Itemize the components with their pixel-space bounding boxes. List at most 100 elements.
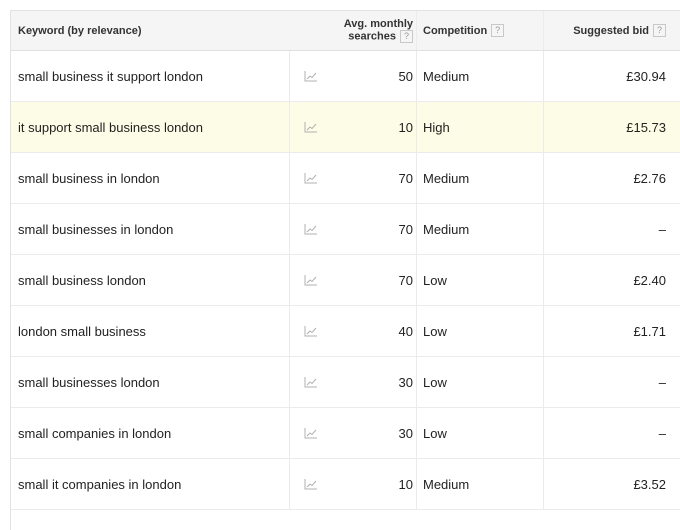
line-chart-icon[interactable] [296, 255, 326, 305]
competition-cell: Medium [423, 51, 543, 101]
suggested-bid-cell: £2.76 [544, 153, 666, 203]
competition-value: Low [423, 272, 447, 288]
searches-value: 10 [398, 119, 413, 135]
bid-value: – [658, 221, 666, 237]
keyword-cell[interactable]: small business in london [18, 153, 288, 203]
searches-value: 40 [398, 323, 413, 339]
keyword-cell[interactable]: london small business [18, 306, 288, 356]
avg-monthly-searches-cell: 70 [326, 204, 413, 254]
bid-value: – [658, 425, 666, 441]
keyword-text: small business it support london [18, 68, 203, 84]
line-chart-icon[interactable] [296, 306, 326, 356]
table-row: it support small business london 10 High… [11, 102, 680, 153]
competition-value: Medium [423, 476, 470, 492]
suggested-bid-cell: – [544, 408, 666, 458]
table-header: Keyword (by relevance) Avg. monthly sear… [11, 11, 680, 51]
keyword-cell[interactable]: small business it support london [18, 51, 288, 101]
competition-cell: High [423, 102, 543, 152]
bid-value: £2.76 [633, 170, 666, 186]
bid-value: £2.40 [633, 272, 666, 288]
line-chart-icon[interactable] [296, 102, 326, 152]
keyword-text: small businesses in london [18, 221, 174, 237]
competition-cell: Medium [423, 204, 543, 254]
suggested-bid-cell: £2.40 [544, 255, 666, 305]
competition-value: Low [423, 374, 447, 390]
table-row: small business it support london 50 Medi… [11, 51, 680, 102]
searches-value: 70 [398, 170, 413, 186]
competition-value: Medium [423, 68, 470, 84]
keyword-text: small it companies in london [18, 476, 182, 492]
table-row: small businesses in london 70 Medium – [11, 204, 680, 255]
table-row: small it companies in london 10 Medium £… [11, 459, 680, 510]
avg-monthly-searches-cell: 70 [326, 153, 413, 203]
keyword-text: it support small business london [18, 119, 203, 135]
table-row: small companies in london 30 Low – [11, 408, 680, 459]
column-header-suggested-bid[interactable]: Suggested bid ? [544, 11, 666, 50]
keyword-text: small business london [18, 272, 146, 288]
suggested-bid-cell: £15.73 [544, 102, 666, 152]
avg-monthly-searches-cell: 50 [326, 51, 413, 101]
keyword-ideas-table: Keyword (by relevance) Avg. monthly sear… [10, 10, 680, 530]
bid-value: £3.52 [633, 476, 666, 492]
competition-cell: Low [423, 408, 543, 458]
help-icon[interactable]: ? [653, 24, 666, 37]
avg-monthly-searches-cell: 40 [326, 306, 413, 356]
column-header-keyword-label: Keyword (by relevance) [18, 24, 142, 37]
competition-cell: Low [423, 357, 543, 407]
suggested-bid-cell: – [544, 357, 666, 407]
competition-cell: Medium [423, 459, 543, 509]
searches-value: 70 [398, 221, 413, 237]
competition-cell: Low [423, 306, 543, 356]
suggested-bid-cell: – [544, 204, 666, 254]
searches-value: 30 [398, 425, 413, 441]
column-header-keyword[interactable]: Keyword (by relevance) [18, 11, 288, 50]
bid-value: £15.73 [626, 119, 666, 135]
keyword-cell[interactable]: small business london [18, 255, 288, 305]
column-header-competition-label: Competition [423, 24, 488, 37]
keyword-text: small business in london [18, 170, 160, 186]
column-header-bid-label: Suggested bid [573, 24, 649, 37]
competition-cell: Low [423, 255, 543, 305]
keyword-text: london small business [18, 323, 146, 339]
line-chart-icon[interactable] [296, 408, 326, 458]
searches-value: 10 [398, 476, 413, 492]
help-icon[interactable]: ? [491, 24, 505, 37]
table-row: small business london 70 Low £2.40 [11, 255, 680, 306]
suggested-bid-cell: £1.71 [544, 306, 666, 356]
competition-value: Low [423, 425, 447, 441]
keyword-text: small businesses london [18, 374, 160, 390]
searches-value: 30 [398, 374, 413, 390]
keyword-cell[interactable]: it support small business london [18, 102, 288, 152]
competition-cell: Medium [423, 153, 543, 203]
keyword-cell[interactable]: small it companies in london [18, 459, 288, 509]
avg-monthly-searches-cell: 10 [326, 102, 413, 152]
avg-monthly-searches-cell: 70 [326, 255, 413, 305]
competition-value: High [423, 119, 450, 135]
avg-monthly-searches-cell: 30 [326, 357, 413, 407]
avg-monthly-searches-cell: 10 [326, 459, 413, 509]
line-chart-icon[interactable] [296, 153, 326, 203]
keyword-cell[interactable]: small businesses in london [18, 204, 288, 254]
column-header-searches-line1: Avg. monthly [343, 18, 413, 30]
column-header-competition[interactable]: Competition ? [423, 11, 543, 50]
competition-value: Medium [423, 170, 470, 186]
searches-value: 70 [398, 272, 413, 288]
line-chart-icon[interactable] [296, 204, 326, 254]
table-row: small businesses london 30 Low – [11, 357, 680, 408]
line-chart-icon[interactable] [296, 51, 326, 101]
column-header-searches-line2: searches? [348, 30, 413, 43]
column-header-searches[interactable]: Avg. monthly searches? [326, 11, 413, 50]
competition-value: Medium [423, 221, 470, 237]
line-chart-icon[interactable] [296, 459, 326, 509]
keyword-text: small companies in london [18, 425, 172, 441]
keyword-cell[interactable]: small companies in london [18, 408, 288, 458]
line-chart-icon[interactable] [296, 357, 326, 407]
avg-monthly-searches-cell: 30 [326, 408, 413, 458]
help-icon[interactable]: ? [400, 30, 413, 43]
bid-value: £1.71 [633, 323, 666, 339]
keyword-cell[interactable]: small businesses london [18, 357, 288, 407]
bid-value: – [658, 374, 666, 390]
suggested-bid-cell: £3.52 [544, 459, 666, 509]
table-row: london small business 40 Low £1.71 [11, 306, 680, 357]
bid-value: £30.94 [626, 68, 666, 84]
